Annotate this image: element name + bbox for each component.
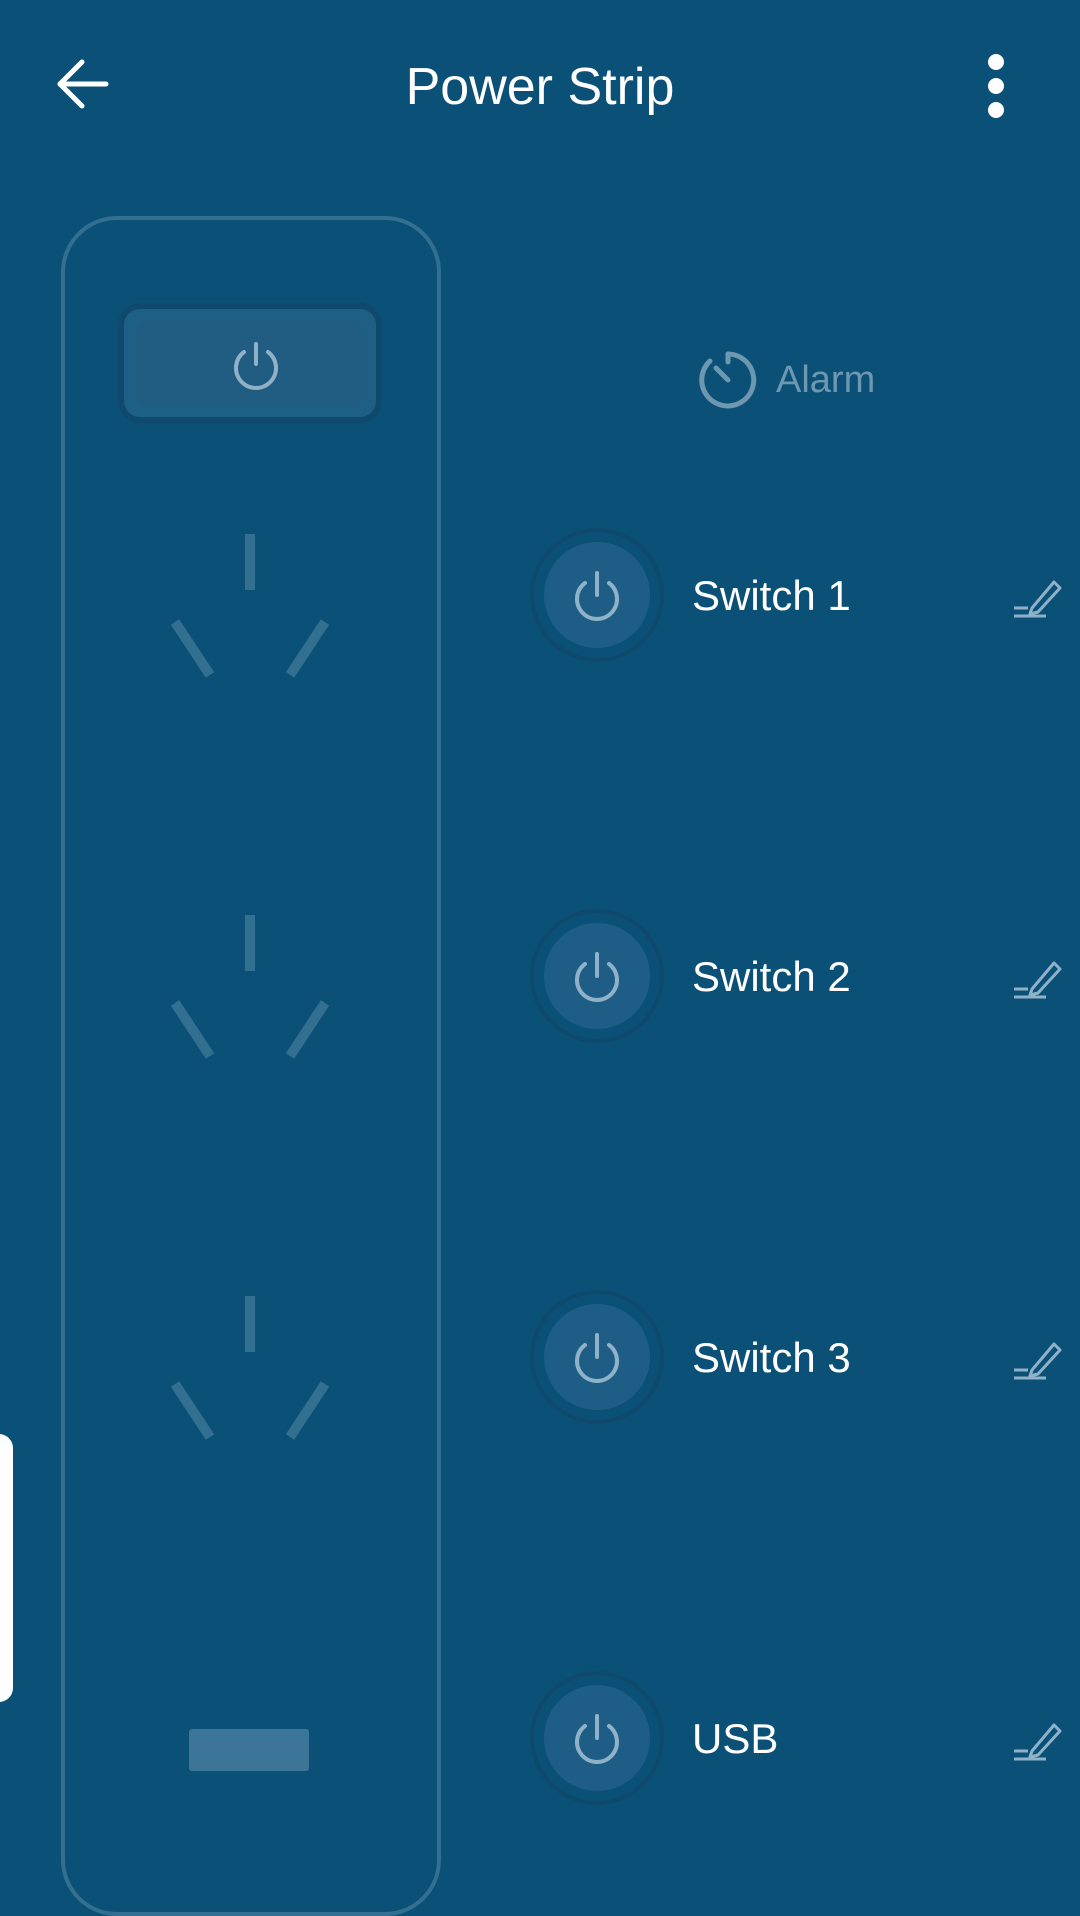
top-app-bar: Power Strip [0, 0, 1080, 170]
master-power-button[interactable] [118, 303, 382, 423]
switch-2-label: Switch 2 [692, 953, 851, 1000]
power-icon [575, 1714, 619, 1764]
switch-row: USB [530, 1671, 1080, 1807]
usb-label: USB [692, 1715, 779, 1762]
alarm-label: Alarm [776, 358, 876, 401]
more-vertical-icon [988, 54, 1004, 118]
edge-panel-handle[interactable] [0, 1434, 13, 1702]
more-options-button[interactable] [966, 46, 1026, 126]
edit-icon[interactable] [1012, 1332, 1062, 1382]
usb-port-icon [189, 1729, 309, 1771]
power-icon [234, 342, 278, 390]
power-icon [575, 1333, 619, 1383]
switch-row: Switch 1 [530, 528, 1080, 664]
power-icon [575, 952, 619, 1002]
switch-3-label: Switch 3 [692, 1334, 851, 1381]
switch-1-power-button[interactable] [530, 528, 664, 662]
outlet-2-icon [170, 915, 330, 1059]
power-icon [575, 571, 619, 621]
edit-icon[interactable] [1012, 570, 1062, 620]
switch-row: Switch 2 [530, 909, 1080, 1045]
switch-row: Switch 3 [530, 1290, 1080, 1426]
outlet-3-icon [170, 1296, 330, 1440]
timer-icon [699, 351, 757, 409]
switch-1-label: Switch 1 [692, 572, 851, 619]
edit-icon[interactable] [1012, 951, 1062, 1001]
alarm-button[interactable]: Alarm [698, 340, 875, 420]
page-title: Power Strip [405, 58, 675, 116]
outlet-1-icon [170, 534, 330, 678]
switch-3-power-button[interactable] [530, 1290, 664, 1424]
edit-icon[interactable] [1012, 1713, 1062, 1763]
switch-2-power-button[interactable] [530, 909, 664, 1043]
usb-power-button[interactable] [530, 1671, 664, 1805]
